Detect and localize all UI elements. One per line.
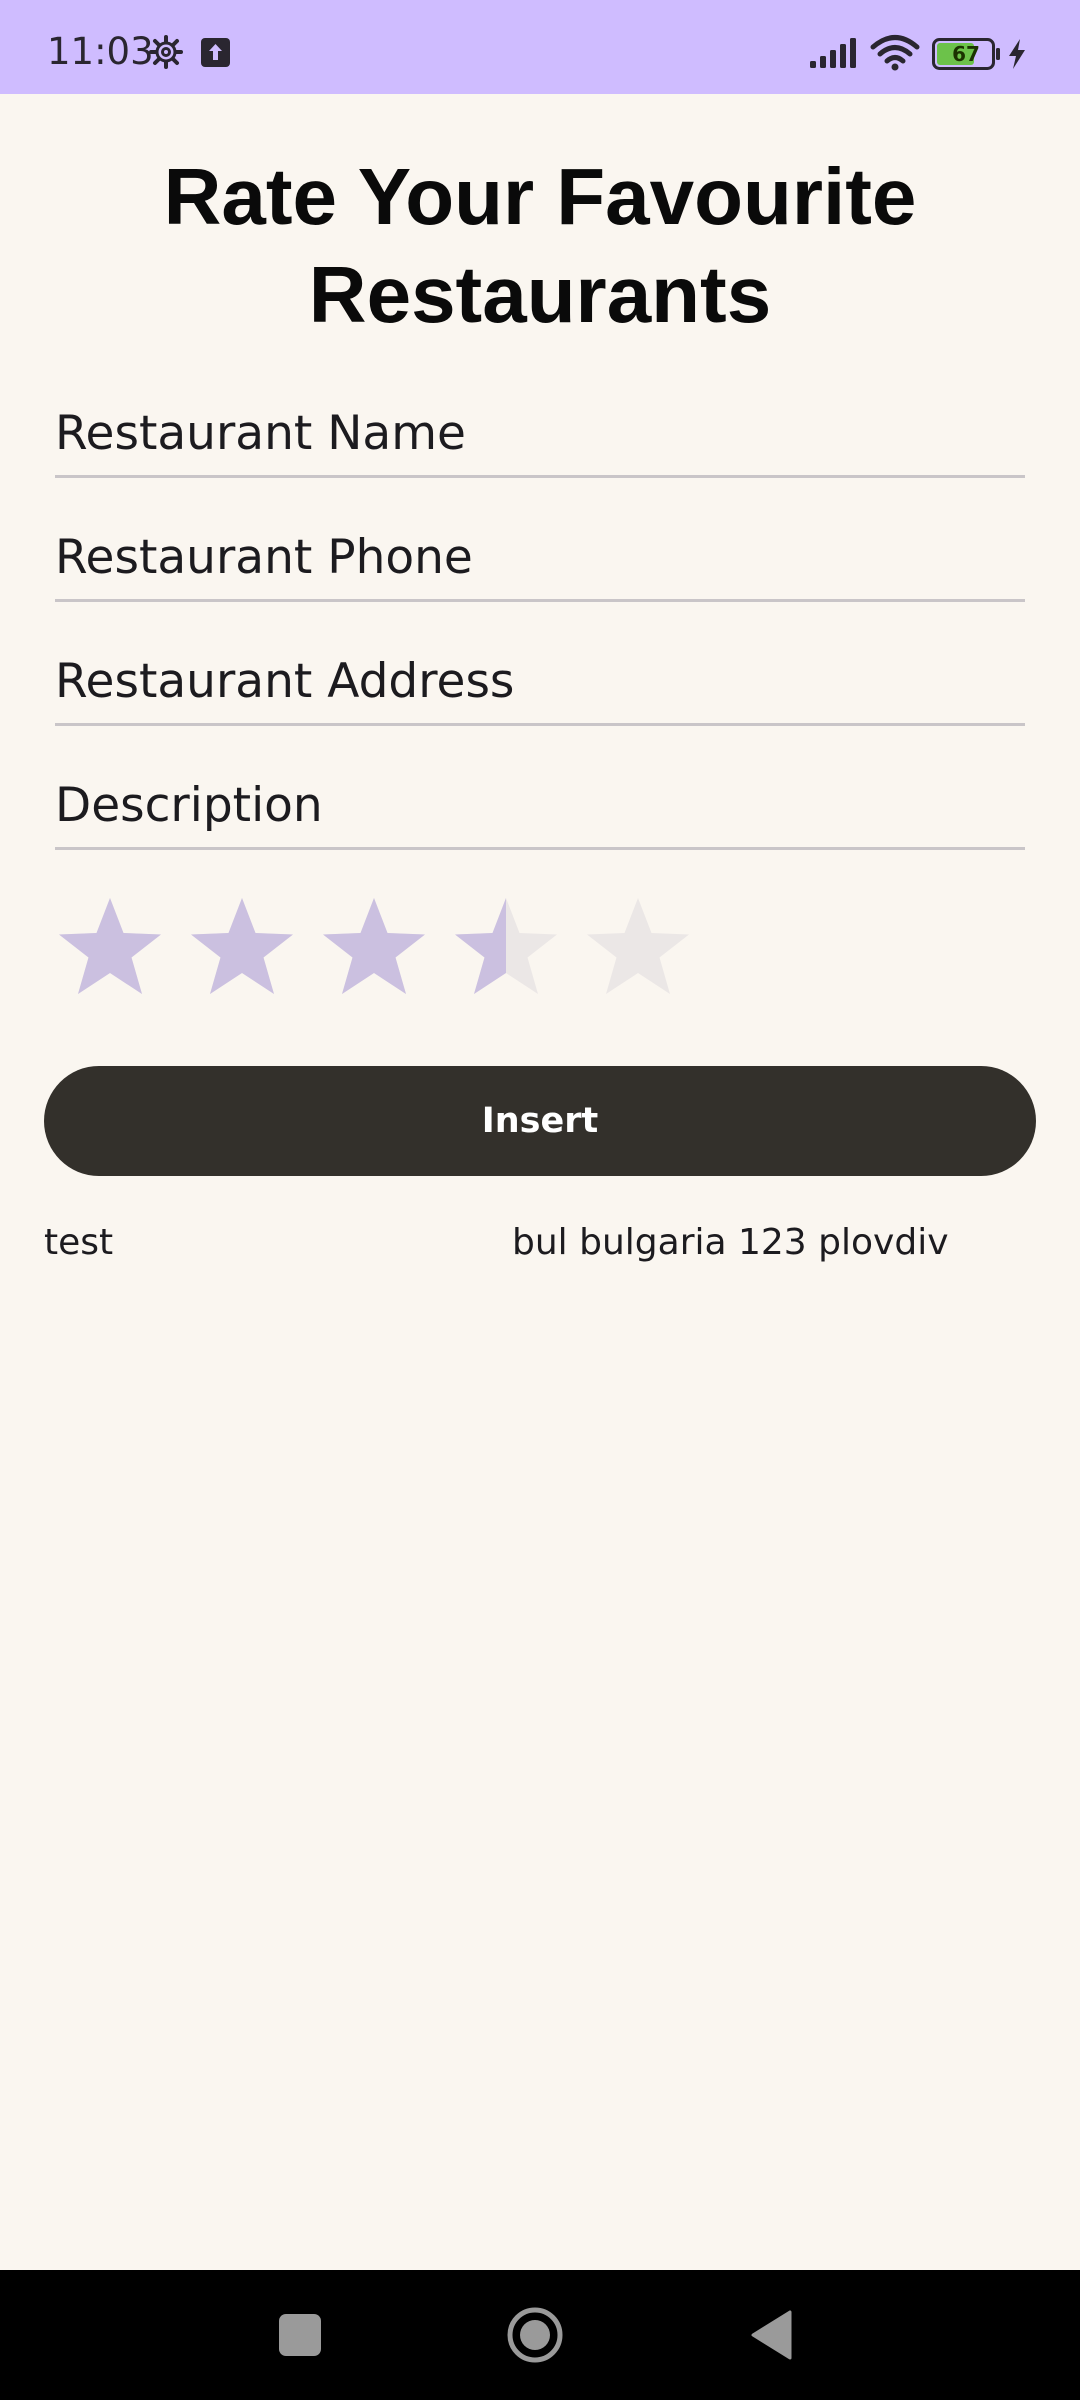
restaurant-phone-field[interactable]: [55, 516, 1025, 602]
back-icon[interactable]: [750, 2310, 792, 2360]
star-icon[interactable]: [316, 892, 432, 1008]
recents-icon[interactable]: [279, 2314, 321, 2356]
star-icon[interactable]: [580, 892, 696, 1008]
restaurant-name-field[interactable]: [55, 392, 1025, 478]
charging-bolt-icon: [1009, 39, 1025, 69]
upload-icon: [201, 38, 230, 67]
restaurant-name-input[interactable]: [55, 392, 1025, 475]
rating-bar[interactable]: [52, 892, 702, 1008]
restaurant-address-input[interactable]: [55, 640, 1025, 723]
restaurant-phone-input[interactable]: [55, 516, 1025, 599]
page-title: Rate Your Favourite Restaurants: [163, 152, 917, 339]
status-bar: 11:03 67: [0, 0, 1080, 94]
description-field[interactable]: [55, 764, 1025, 850]
star-icon[interactable]: [184, 892, 300, 1008]
star-icon[interactable]: [52, 892, 168, 1008]
insert-button[interactable]: Insert: [44, 1066, 1036, 1176]
description-input[interactable]: [55, 764, 1025, 847]
restaurant-address-field[interactable]: [55, 640, 1025, 726]
restaurant-name: test: [44, 1222, 114, 1263]
restaurant-address: bul bulgaria 123 plovdiv: [512, 1222, 949, 1263]
navigation-bar: [0, 2270, 1080, 2400]
home-icon[interactable]: [506, 2306, 564, 2364]
battery-level: 67: [952, 42, 980, 66]
star-icon[interactable]: [448, 892, 564, 1008]
signal-icon: [810, 38, 856, 68]
wifi-icon: [870, 35, 920, 71]
gear-icon: [149, 35, 183, 69]
status-time: 11:03: [47, 30, 154, 73]
list-item: test bul bulgaria 123 plovdiv: [44, 1216, 1036, 1270]
